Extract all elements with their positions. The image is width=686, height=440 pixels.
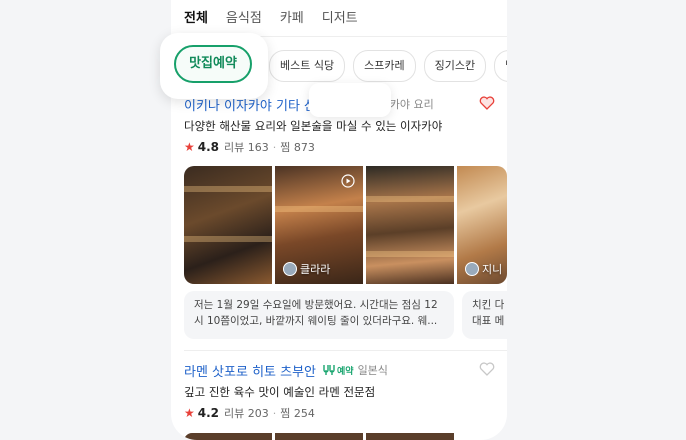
chip-best-restaurant[interactable]: 베스트 식당 bbox=[269, 50, 346, 82]
tab-restaurant[interactable]: 음식점 bbox=[226, 7, 262, 26]
star-icon: ★ bbox=[184, 140, 195, 154]
avatar bbox=[283, 262, 297, 276]
restaurant-category: 일본식 bbox=[357, 364, 388, 377]
photo-author: 지니 bbox=[465, 261, 502, 277]
restaurant-meta: ★ 4.8 리뷰 163 · 찜 873 bbox=[184, 139, 507, 155]
restaurant-name[interactable]: 라멘 삿포로 히토 츠부안 bbox=[184, 361, 316, 380]
restaurant-meta: ★ 4.2 리뷰 203 · 찜 254 bbox=[184, 405, 507, 421]
photo[interactable] bbox=[275, 433, 363, 440]
review-snippets: 저는 1월 29일 수요일에 방문했어요. 시간대는 점심 12시 10쯤이었고… bbox=[184, 291, 507, 339]
chip-soup-curry[interactable]: 스프카레 bbox=[353, 50, 416, 82]
star-icon: ★ bbox=[184, 406, 195, 420]
photo-author: 클라라 bbox=[283, 261, 330, 277]
photo-carousel[interactable]: 클라라 지니 bbox=[184, 166, 507, 284]
review-snippet[interactable]: 치킨 다 대표 메 bbox=[462, 291, 507, 339]
photo-carousel[interactable] bbox=[184, 433, 457, 440]
photo[interactable]: 지니 bbox=[457, 166, 507, 284]
meta-separator: · bbox=[272, 140, 277, 154]
rating-value: 4.8 bbox=[197, 140, 220, 154]
chip-reservation[interactable]: 맛집예약 bbox=[174, 45, 252, 83]
photo[interactable] bbox=[184, 166, 272, 284]
photo[interactable] bbox=[184, 433, 272, 440]
review-snippet[interactable]: 저는 1월 29일 수요일에 방문했어요. 시간대는 점심 12시 10쯤이었고… bbox=[184, 291, 454, 339]
meta-separator: · bbox=[272, 406, 277, 420]
review-count[interactable]: 리뷰 203 bbox=[224, 405, 269, 421]
photo[interactable]: 클라라 bbox=[275, 166, 363, 284]
avatar bbox=[465, 262, 479, 276]
reserve-label: 예약 bbox=[337, 366, 354, 377]
tab-cafe[interactable]: 카페 bbox=[280, 7, 304, 26]
save-count: 찜 873 bbox=[280, 141, 315, 154]
tab-dessert[interactable]: 디저트 bbox=[322, 7, 358, 26]
chip-hairy-crab[interactable]: 털게 bbox=[494, 50, 507, 82]
highlight-card: 맛집예약 bbox=[160, 33, 268, 99]
restaurant-card[interactable]: 라멘 삿포로 히토 츠부안 예약 일본식 깊고 진한 육수 맛이 예술인 라멘 … bbox=[184, 360, 507, 421]
photo[interactable] bbox=[366, 166, 454, 284]
heart-icon[interactable] bbox=[479, 96, 495, 110]
category-tabs: 전체 음식점 카페 디저트 bbox=[184, 5, 376, 27]
play-icon bbox=[341, 174, 355, 188]
chip-jingisukan[interactable]: 징기스칸 bbox=[423, 50, 487, 82]
save-count: 찜 254 bbox=[280, 407, 315, 420]
restaurant-description: 깊고 진한 육수 맛이 예술인 라멘 전문점 bbox=[184, 385, 376, 399]
reserve-badge: 예약 bbox=[322, 364, 354, 377]
photo[interactable] bbox=[366, 433, 454, 440]
author-name: 클라라 bbox=[300, 263, 331, 276]
review-count[interactable]: 리뷰 163 bbox=[224, 139, 269, 155]
tooltip-popup bbox=[309, 83, 391, 117]
reserve-icon bbox=[323, 365, 335, 375]
heart-icon[interactable] bbox=[479, 362, 495, 376]
rating-value: 4.2 bbox=[197, 406, 220, 420]
list-divider bbox=[184, 350, 507, 351]
filter-chips: 베스트 식당 스프카레 징기스칸 털게 bbox=[269, 50, 507, 82]
tab-all[interactable]: 전체 bbox=[184, 7, 208, 26]
author-name: 지니 bbox=[482, 263, 503, 276]
restaurant-description: 다양한 해산물 요리와 일본술을 마실 수 있는 이자카야 bbox=[184, 119, 443, 133]
